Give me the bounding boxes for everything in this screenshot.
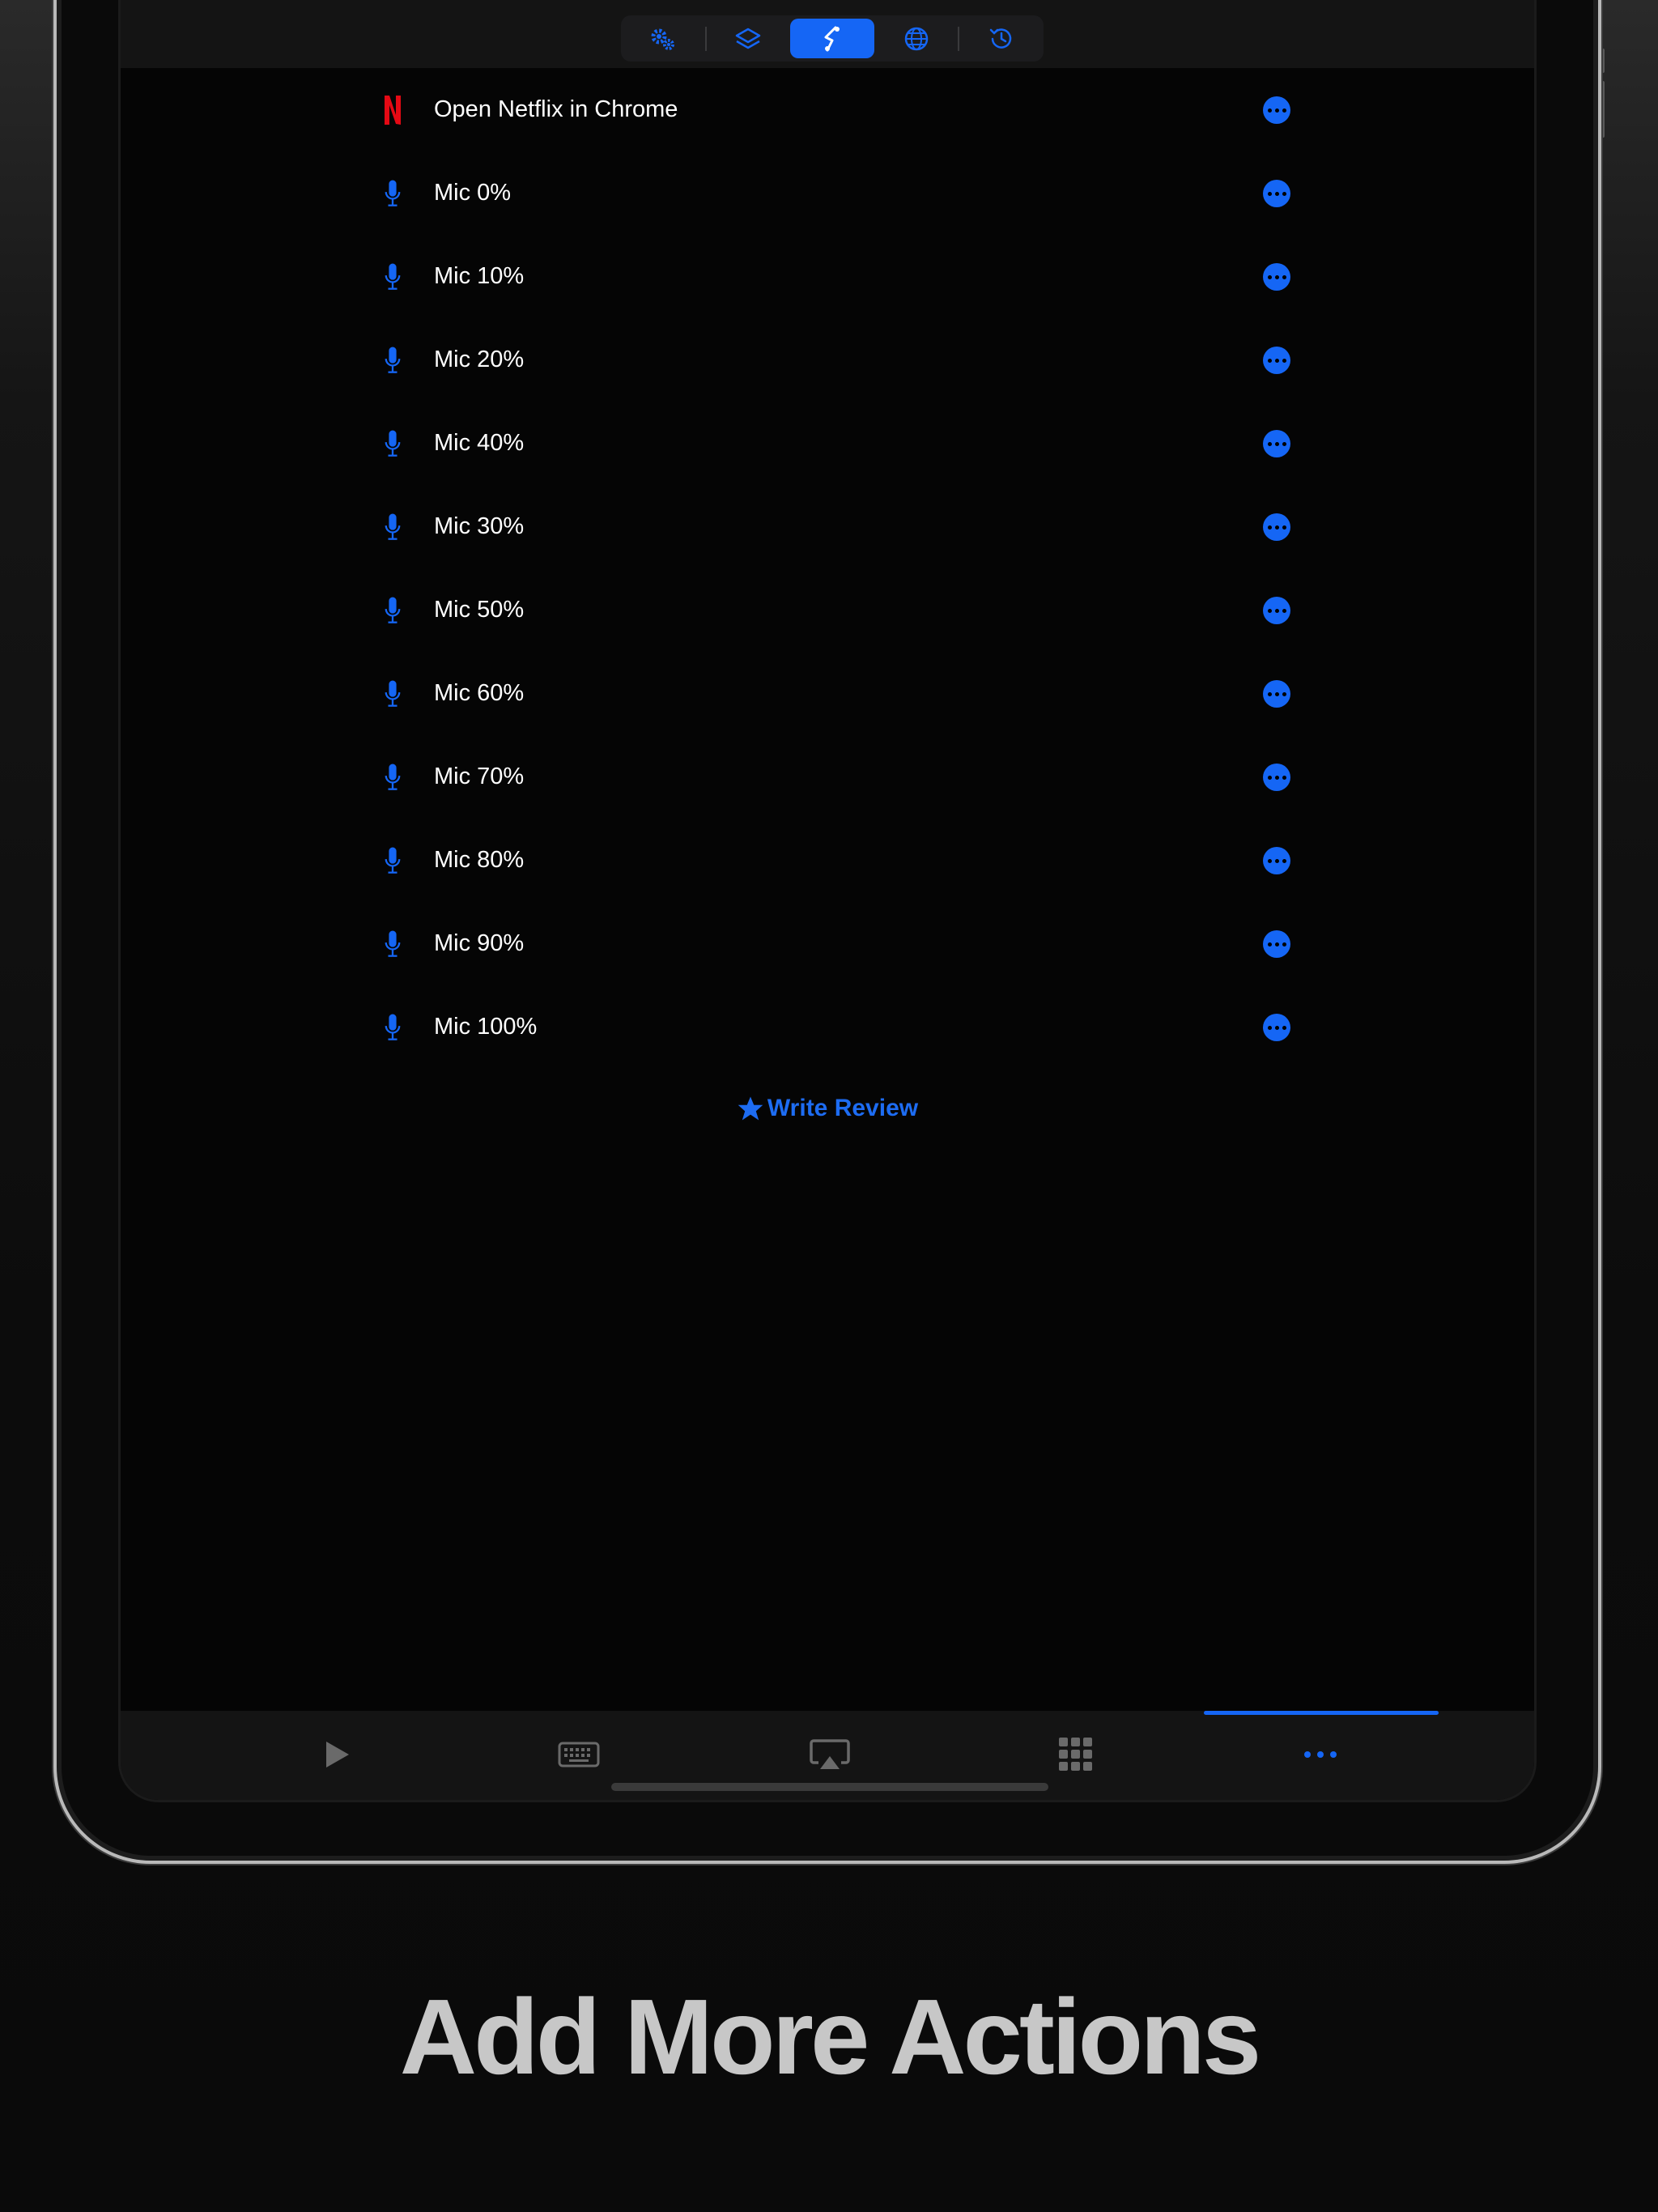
segment-settings[interactable] [621,19,705,58]
action-label: Mic 90% [434,930,525,956]
more-options-icon[interactable] [1263,513,1290,541]
more-options-icon[interactable] [1263,930,1290,958]
more-options-icon[interactable] [1263,1014,1290,1041]
mic-icon [376,758,409,797]
segment-layers[interactable] [707,19,791,58]
tab-more[interactable] [1296,1730,1345,1779]
tab-apps[interactable] [1052,1730,1100,1779]
top-toolbar [121,0,1534,68]
write-review-label: Write Review [767,1095,919,1121]
mic-icon [376,508,409,547]
mic-icon [376,591,409,630]
action-row[interactable]: Mic 60% [121,653,1534,736]
action-row[interactable]: Mic 50% [121,569,1534,653]
more-options-icon[interactable] [1263,597,1290,624]
app-screen: Open Netflix in Chrome Mic 0% Mic 10% Mic 2… [118,0,1537,1802]
more-options-icon[interactable] [1263,764,1290,791]
write-review-link[interactable]: Write Review [121,1095,1534,1122]
segment-web[interactable] [874,19,959,58]
active-tab-indicator [1204,1711,1439,1715]
action-label: Mic 10% [434,263,525,289]
tab-keyboard[interactable] [555,1730,603,1779]
mic-icon [376,174,409,213]
action-label: Mic 30% [434,513,525,539]
history-icon [989,28,1012,49]
play-icon [326,1742,349,1767]
marketing-caption: Add More Actions [399,1977,1261,2096]
more-options-icon[interactable] [1263,680,1290,708]
tab-playback[interactable] [312,1730,360,1779]
gears-icon [651,28,674,50]
more-options-icon[interactable] [1263,180,1290,207]
star-icon [738,1096,763,1121]
more-options-icon[interactable] [1263,430,1290,457]
home-indicator [611,1783,1048,1791]
airplay-icon [810,1739,850,1769]
action-row[interactable]: Mic 80% [121,819,1534,903]
segment-shortcuts[interactable] [790,19,874,58]
action-row[interactable]: Mic 40% [121,402,1534,486]
action-label: Open Netflix in Chrome [434,96,678,122]
tab-airplay[interactable] [806,1730,854,1779]
mic-icon [376,841,409,880]
action-label: Mic 60% [434,680,525,706]
more-options-icon[interactable] [1263,347,1290,374]
mic-icon [376,424,409,463]
action-row[interactable]: Mic 30% [121,486,1534,569]
action-row[interactable]: Mic 90% [121,903,1534,986]
mic-icon [376,341,409,380]
shortcut-icon [824,26,840,51]
mic-icon [376,674,409,713]
globe-icon [904,27,928,50]
mic-icon [376,257,409,296]
layers-icon [736,28,761,49]
action-label: Mic 20% [434,347,525,372]
action-row[interactable]: Mic 0% [121,152,1534,236]
mic-icon [376,1008,409,1047]
action-label: Mic 50% [434,597,525,623]
action-label: Mic 40% [434,430,525,456]
segmented-control [621,15,1044,62]
more-options-icon[interactable] [1263,263,1290,291]
action-row[interactable]: Mic 20% [121,319,1534,402]
more-icon [1304,1751,1337,1758]
action-row[interactable]: Mic 70% [121,736,1534,819]
action-row[interactable]: Open Netflix in Chrome [121,69,1534,152]
action-label: Mic 0% [434,180,512,206]
segment-history[interactable] [959,19,1044,58]
action-label: Mic 100% [434,1014,538,1040]
mic-icon [376,925,409,963]
more-options-icon[interactable] [1263,96,1290,124]
more-options-icon[interactable] [1263,847,1290,874]
grid-icon [1059,1738,1092,1771]
action-label: Mic 70% [434,764,525,789]
netflix-icon [376,91,409,130]
action-label: Mic 80% [434,847,525,873]
keyboard-icon [558,1742,600,1767]
action-row[interactable]: Mic 10% [121,236,1534,319]
action-row[interactable]: Mic 100% [121,986,1534,1070]
